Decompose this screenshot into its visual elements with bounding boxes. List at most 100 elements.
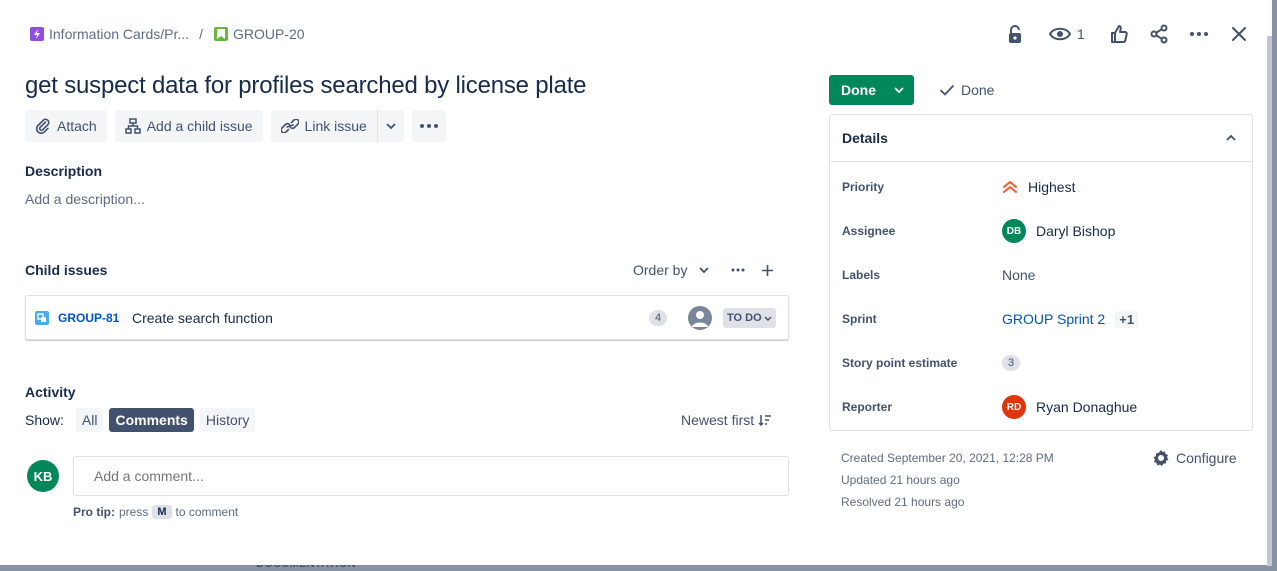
attach-button[interactable]: Attach (25, 110, 107, 142)
add-child-issue-label: Add a child issue (146, 118, 253, 134)
add-child-issue-button[interactable]: Add a child issue (114, 110, 263, 142)
issue-modal: Information Cards/Pr... / GROUP-20 1 get… (0, 0, 1272, 566)
description-field[interactable]: Add a description... (25, 191, 145, 207)
status-label: Done (841, 82, 876, 98)
resolution: Done (939, 82, 994, 98)
chevron-down-icon (386, 123, 396, 129)
story-icon (213, 27, 228, 41)
child-issues-heading: Child issues (25, 262, 108, 278)
child-issue-row[interactable]: GROUP-81 Create search function 4 TO DO (25, 295, 789, 340)
unassigned-avatar[interactable] (688, 306, 712, 330)
child-issue-status[interactable]: TO DO (723, 308, 776, 328)
breadcrumb-parent-label: Information Cards/Pr... (49, 26, 190, 42)
chevron-down-icon (699, 267, 710, 273)
filter-history[interactable]: History (199, 408, 256, 432)
chevron-down-icon (894, 87, 904, 93)
subtask-icon (35, 311, 49, 325)
comment-input[interactable] (73, 456, 789, 496)
paperclip-icon (35, 118, 50, 134)
labels-field[interactable]: None (1002, 267, 1035, 283)
gear-icon (1153, 450, 1169, 466)
watch-button[interactable]: 1 (1049, 26, 1085, 42)
child-issue-story-points: 4 (649, 310, 667, 326)
details-heading: Details (842, 130, 888, 146)
resolved-date: Resolved 21 hours ago (841, 495, 965, 509)
assignee-value: Daryl Bishop (1036, 223, 1116, 239)
link-issue-button[interactable]: Link issue (270, 110, 377, 142)
thumbs-up-icon[interactable] (1107, 22, 1131, 46)
issue-toolbar: Attach Add a child issue Link issue (25, 110, 446, 142)
link-issue-dropdown[interactable] (376, 110, 404, 142)
pro-tip-press: press (119, 505, 149, 519)
reporter-value: Ryan Donaghue (1036, 399, 1138, 415)
assignee-avatar: DB (1002, 219, 1026, 243)
share-icon[interactable] (1147, 22, 1171, 46)
sort-icon (758, 415, 772, 426)
resolution-label: Done (961, 82, 995, 98)
lock-icon[interactable] (1003, 22, 1027, 46)
chevron-up-icon (1226, 135, 1236, 141)
priority-row: Priority Highest (842, 175, 1242, 199)
details-header[interactable]: Details (830, 115, 1252, 162)
priority-value: Highest (1028, 179, 1076, 195)
sprint-more-badge[interactable]: +1 (1115, 310, 1139, 328)
pro-tip-suffix: to comment (175, 505, 239, 519)
story-points-row: Story point estimate 3 (842, 351, 1242, 375)
breadcrumb-separator: / (199, 26, 203, 42)
configure-button[interactable]: Configure (1152, 449, 1237, 467)
link-issue-label: Link issue (304, 118, 367, 134)
configure-label: Configure (1176, 450, 1237, 466)
sort-order-button[interactable]: Newest first (681, 412, 772, 428)
breadcrumb-parent[interactable]: Information Cards/Pr... (30, 26, 189, 42)
more-actions-icon[interactable] (1187, 22, 1211, 46)
show-label: Show: (25, 412, 64, 428)
toolbar-more-button[interactable] (411, 110, 446, 142)
pro-tip-label: Pro tip: (73, 505, 115, 519)
watch-count: 1 (1077, 26, 1085, 42)
filter-comments[interactable]: Comments (109, 408, 194, 432)
link-icon (280, 119, 299, 133)
updated-date: Updated 21 hours ago (841, 473, 960, 487)
details-panel: Details Priority Highest Assignee DB Dar… (829, 114, 1253, 431)
assignee-row: Assignee DB Daryl Bishop (842, 219, 1242, 243)
child-issue-key[interactable]: GROUP-81 (58, 311, 119, 325)
story-point-field[interactable]: 3 (1002, 355, 1020, 371)
breadcrumb-issue-key: GROUP-20 (232, 26, 305, 42)
link-issue-split: Link issue (270, 110, 404, 142)
assignee-field[interactable]: DB Daryl Bishop (1002, 219, 1115, 243)
child-issue-summary[interactable]: Create search function (132, 310, 273, 326)
created-date: Created September 20, 2021, 12:28 PM (841, 451, 1054, 465)
attach-label: Attach (57, 118, 97, 134)
sort-order-label: Newest first (681, 412, 755, 428)
reporter-field[interactable]: RD Ryan Donaghue (1002, 395, 1137, 419)
priority-field[interactable]: Highest (1002, 179, 1075, 195)
labels-label: Labels (842, 268, 881, 282)
add-child-plus-icon[interactable] (761, 264, 774, 277)
more-icon (419, 124, 438, 128)
activity-heading: Activity (25, 384, 76, 400)
hierarchy-icon (124, 118, 141, 134)
sprint-row: Sprint GROUP Sprint 2 +1 (842, 307, 1242, 331)
child-issue-status-label: TO DO (727, 312, 762, 324)
status-dropdown-button[interactable]: Done (829, 75, 914, 105)
reporter-row: Reporter RD Ryan Donaghue (842, 395, 1242, 419)
breadcrumb-issue[interactable]: GROUP-20 (213, 26, 305, 42)
epic-icon (30, 27, 44, 41)
assignee-label: Assignee (842, 224, 896, 238)
close-icon[interactable] (1227, 22, 1251, 46)
sprint-field[interactable]: GROUP Sprint 2 +1 (1002, 310, 1139, 328)
scrollbar[interactable] (1267, 36, 1272, 566)
header-actions: 1 (1003, 22, 1251, 46)
reporter-label: Reporter (842, 400, 893, 414)
story-point-estimate-label: Story point estimate (842, 356, 958, 370)
order-by-label: Order by (633, 262, 688, 278)
child-issues-more-icon[interactable] (731, 268, 745, 272)
priority-highest-icon (1003, 181, 1017, 193)
issue-title[interactable]: get suspect data for profiles searched b… (25, 72, 587, 100)
child-issues-actions: Order by (633, 262, 774, 278)
order-by-button[interactable]: Order by (633, 262, 710, 278)
checkmark-icon (939, 84, 955, 96)
story-point-value: 3 (1002, 355, 1020, 371)
sprint-link[interactable]: GROUP Sprint 2 (1002, 311, 1105, 327)
filter-all[interactable]: All (75, 408, 104, 432)
